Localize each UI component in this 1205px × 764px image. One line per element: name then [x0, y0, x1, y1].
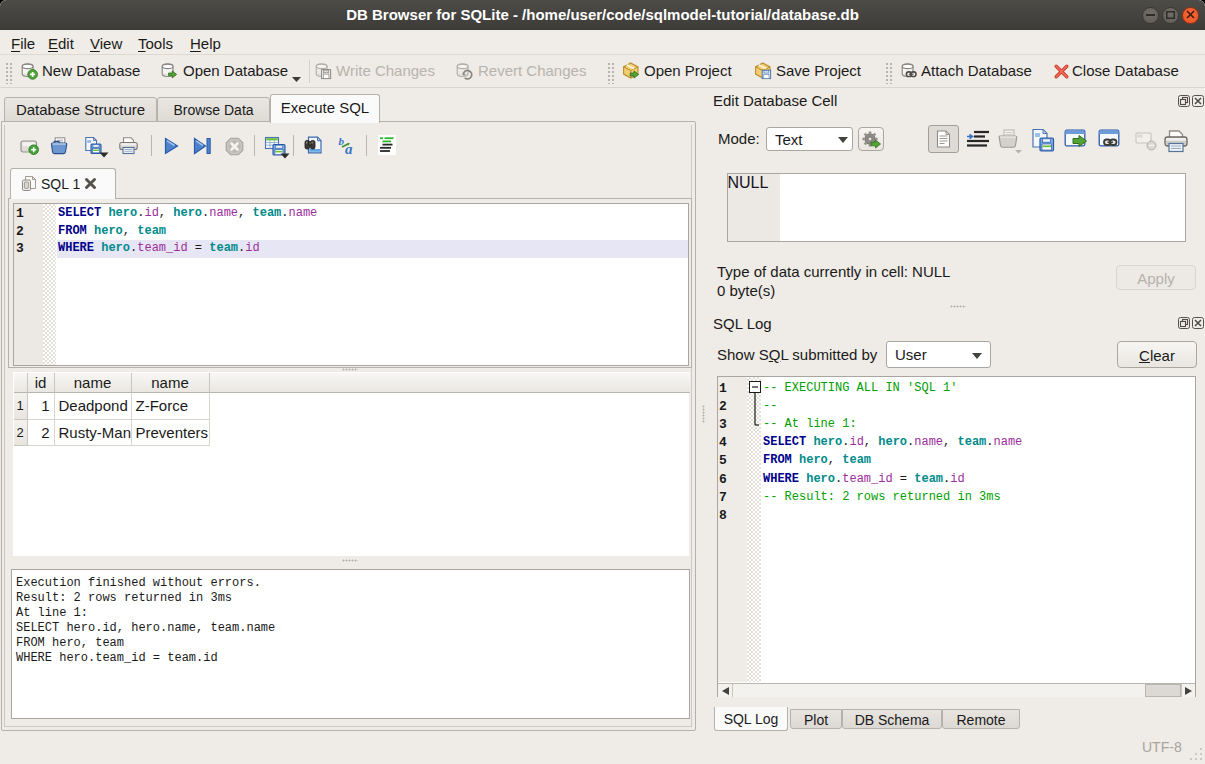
- svg-text:b: b: [339, 135, 345, 147]
